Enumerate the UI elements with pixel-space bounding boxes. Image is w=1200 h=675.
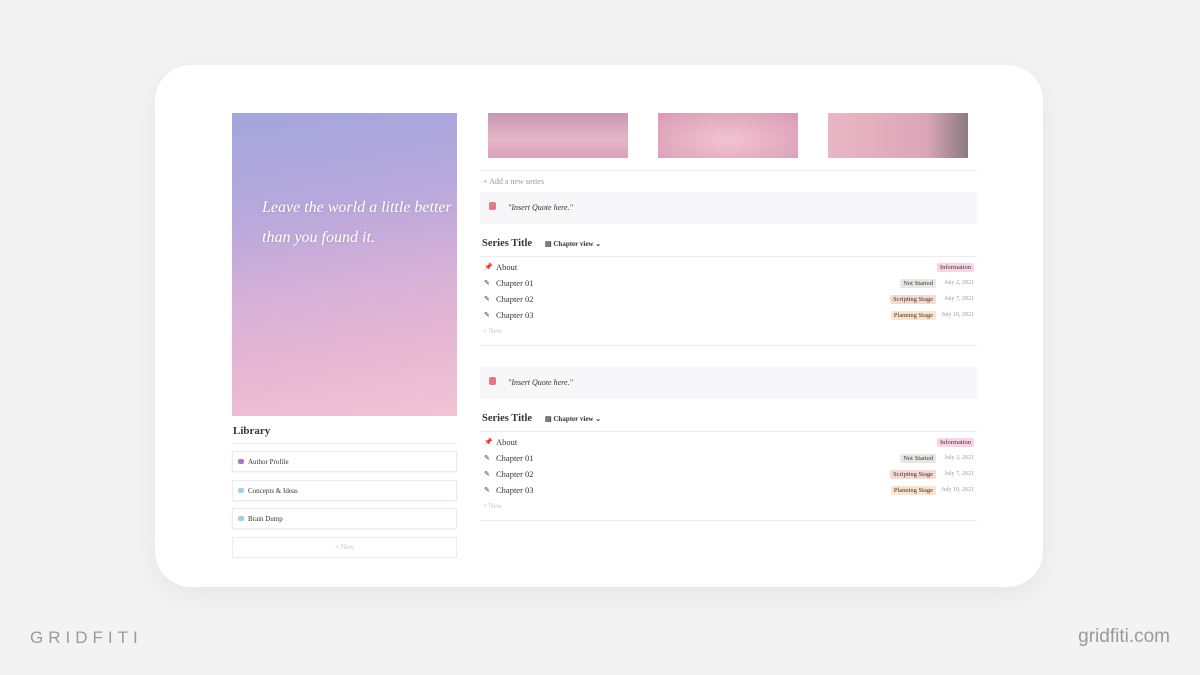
row-title: Chapter 02 bbox=[496, 469, 534, 479]
chapter-view-dropdown[interactable]: ▤ Chapter view ⌄ bbox=[545, 415, 601, 423]
row-date: July 7, 2021 bbox=[944, 471, 974, 477]
new-chapter-button[interactable]: + New bbox=[483, 502, 502, 510]
chapter-row[interactable]: ✎ Chapter 02 Scripting Stage July 7, 202… bbox=[482, 467, 976, 483]
cloud-icon bbox=[238, 516, 244, 521]
pencil-icon: ✎ bbox=[484, 486, 490, 494]
cover-quote: Leave the world a little better than you… bbox=[262, 199, 452, 246]
chapter-row[interactable]: ✎ Chapter 01 Not Started July 2, 2021 bbox=[482, 451, 976, 467]
chapter-row[interactable]: ✎ Chapter 01 Not Started July 2, 2021 bbox=[482, 276, 976, 292]
series-cover-image[interactable] bbox=[658, 113, 798, 158]
status-tag: Planning Stage bbox=[890, 486, 936, 495]
status-tag: Scripting Stage bbox=[890, 295, 936, 304]
row-title: Chapter 02 bbox=[496, 294, 534, 304]
library-item-concepts[interactable]: Concepts & Ideas bbox=[232, 480, 457, 501]
status-tag: Planning Stage bbox=[890, 311, 936, 320]
site-url: gridfiti.com bbox=[1078, 626, 1170, 647]
chapter-row[interactable]: ✎ Chapter 03 Planning Stage July 10, 202… bbox=[482, 308, 976, 324]
status-tag: Information bbox=[936, 263, 974, 272]
row-title: About bbox=[496, 437, 518, 447]
quote-text: "Insert Quote here." bbox=[508, 203, 573, 212]
row-title: Chapter 03 bbox=[496, 310, 534, 320]
quote-callout: "Insert Quote here." bbox=[480, 192, 977, 224]
status-tag: Not Started bbox=[900, 454, 936, 463]
chapter-view-dropdown[interactable]: ▤ Chapter view ⌄ bbox=[545, 240, 601, 248]
divider bbox=[480, 170, 977, 171]
series-cover-image[interactable] bbox=[828, 113, 968, 158]
status-tag: Not Started bbox=[900, 279, 936, 288]
divider bbox=[480, 345, 977, 346]
library-item-brain-dump[interactable]: Brain Dump bbox=[232, 508, 457, 529]
row-title: Chapter 03 bbox=[496, 485, 534, 495]
pencil-icon: ✎ bbox=[484, 470, 490, 478]
status-tag: Scripting Stage bbox=[890, 470, 936, 479]
pencil-icon: ✎ bbox=[484, 279, 490, 287]
pin-icon: 📌 bbox=[484, 263, 493, 271]
pencil-icon: ✎ bbox=[484, 311, 490, 319]
flower-icon bbox=[489, 202, 496, 210]
chapter-row[interactable]: 📌 About Information bbox=[482, 435, 976, 451]
series-title: Series Title bbox=[482, 413, 533, 424]
pin-icon: 📌 bbox=[484, 438, 493, 446]
pencil-icon: ✎ bbox=[484, 295, 490, 303]
row-title: Chapter 01 bbox=[496, 453, 534, 463]
divider bbox=[480, 520, 977, 521]
add-series-button[interactable]: + Add a new series bbox=[483, 177, 544, 186]
pencil-icon: ✎ bbox=[484, 454, 490, 462]
row-date: July 7, 2021 bbox=[944, 296, 974, 302]
row-date: July 10, 2021 bbox=[941, 487, 974, 493]
cover-image: Leave the world a little better than you… bbox=[232, 113, 457, 416]
heart-icon bbox=[238, 459, 244, 464]
status-tag: Information bbox=[936, 438, 974, 447]
row-date: July 10, 2021 bbox=[941, 312, 974, 318]
library-item-label: Brain Dump bbox=[248, 515, 283, 523]
row-date: July 2, 2021 bbox=[944, 455, 974, 461]
quote-callout: "Insert Quote here." bbox=[480, 367, 977, 399]
library-item-author-profile[interactable]: Author Profile bbox=[232, 451, 457, 472]
cloud-icon bbox=[238, 488, 244, 493]
quote-text: "Insert Quote here." bbox=[508, 378, 573, 387]
flower-icon bbox=[489, 377, 496, 385]
row-date: July 2, 2021 bbox=[944, 280, 974, 286]
row-title: Chapter 01 bbox=[496, 278, 534, 288]
chapter-row[interactable]: ✎ Chapter 02 Scripting Stage July 7, 202… bbox=[482, 292, 976, 308]
divider bbox=[480, 431, 977, 432]
library-item-label: Concepts & Ideas bbox=[248, 487, 298, 495]
new-chapter-button[interactable]: + New bbox=[483, 327, 502, 335]
divider bbox=[480, 256, 977, 257]
brand-logo: GRIDFITI bbox=[30, 628, 143, 647]
series-cover-image[interactable] bbox=[488, 113, 628, 158]
library-title: Library bbox=[233, 425, 271, 437]
chapter-row[interactable]: 📌 About Information bbox=[482, 260, 976, 276]
chapter-row[interactable]: ✎ Chapter 03 Planning Stage July 10, 202… bbox=[482, 483, 976, 499]
divider bbox=[232, 443, 457, 444]
library-item-label: Author Profile bbox=[248, 458, 289, 466]
series-title: Series Title bbox=[482, 238, 533, 249]
library-new-button[interactable]: + New bbox=[232, 537, 457, 558]
row-title: About bbox=[496, 262, 518, 272]
